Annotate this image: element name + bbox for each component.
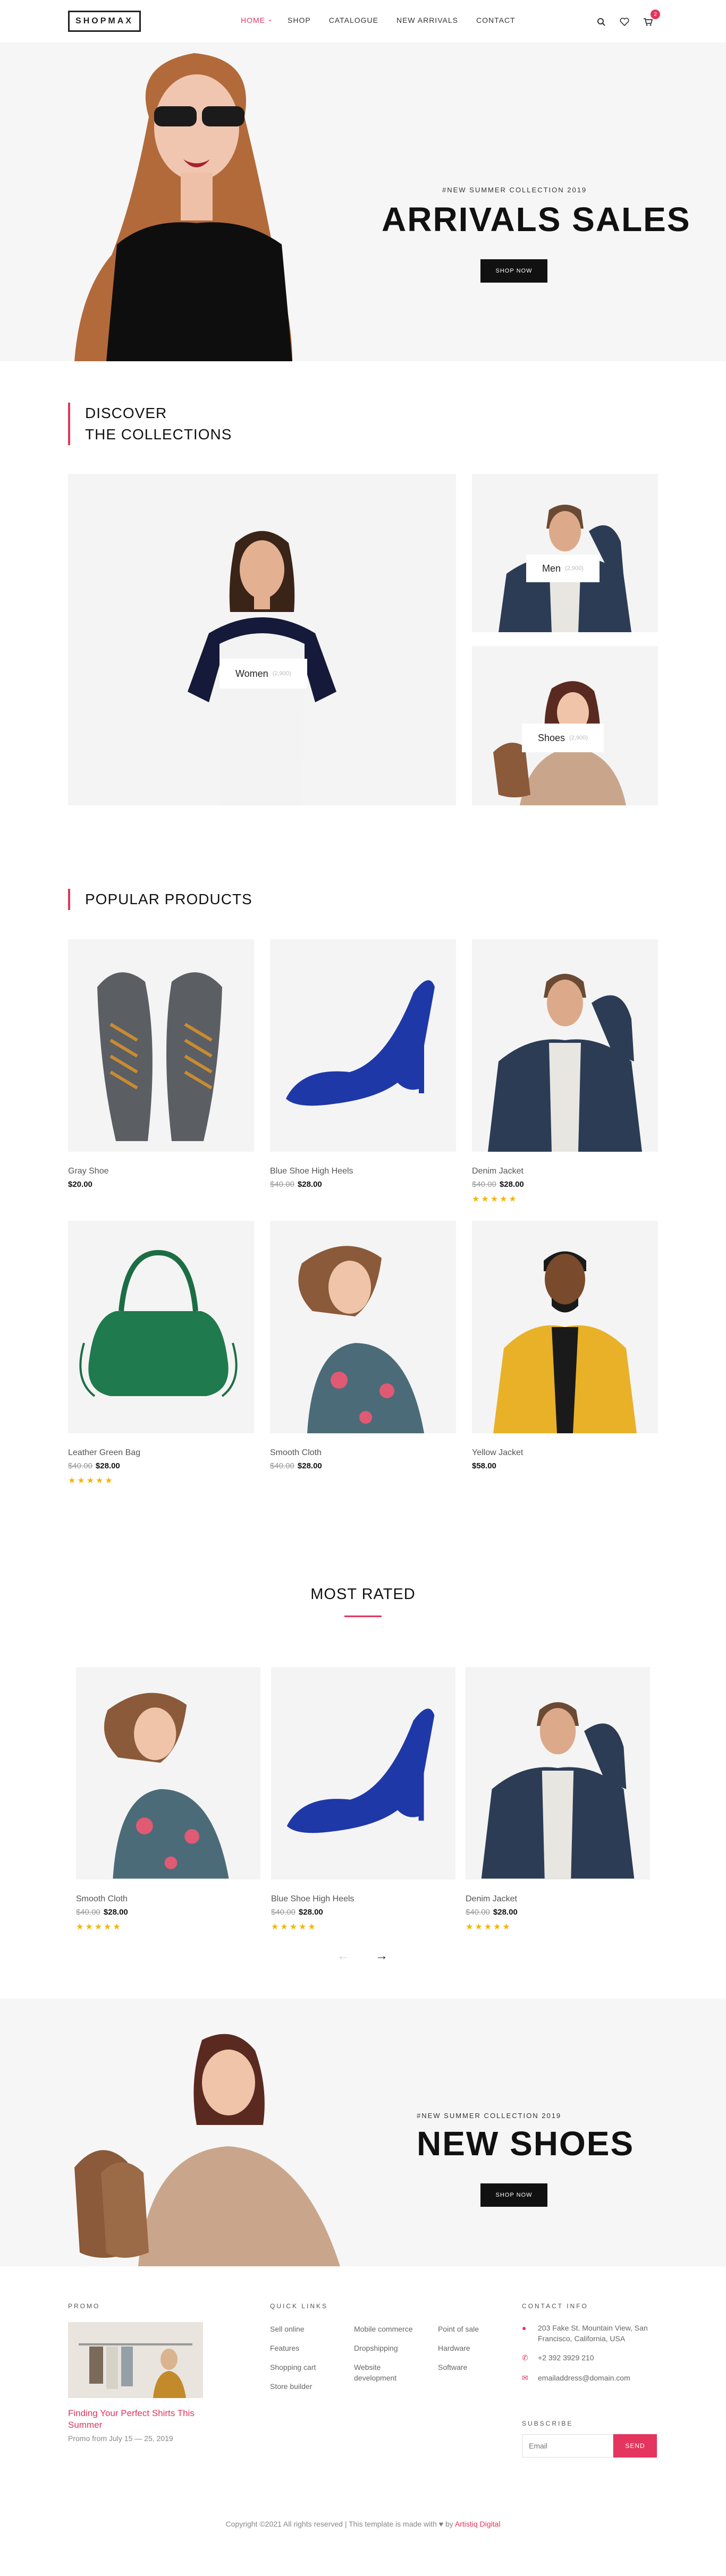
- header-icons: 2: [595, 10, 660, 28]
- product-image-smooth-cloth[interactable]: [270, 1221, 456, 1433]
- collection-men-card[interactable]: Men (2,900): [472, 474, 658, 632]
- promo-image: [68, 2322, 203, 2398]
- rating-stars: ★★★★★: [68, 1476, 114, 1485]
- carousel-prev-arrow-icon[interactable]: ←: [337, 1949, 350, 1963]
- product-price: $40.00 $28.00: [466, 1908, 518, 1917]
- footer-subscribe-title: SUBSCRIBE: [522, 2420, 573, 2427]
- collection-shoes-card[interactable]: Shoes (2,900): [472, 646, 658, 805]
- contact-email[interactable]: emailaddress@domain.com: [538, 2373, 630, 2383]
- product-name[interactable]: Blue Shoe High Heels: [271, 1894, 354, 1904]
- footer-link[interactable]: Features: [270, 2343, 299, 2353]
- cart-icon[interactable]: 2: [642, 10, 660, 28]
- collection-tag-women[interactable]: Women (2,900): [220, 659, 307, 688]
- footer-contact-title: CONTACT INFO: [522, 2302, 588, 2310]
- banner-title: NEW SHOES: [417, 2124, 635, 2163]
- product-price: $40.00 $28.00: [472, 1180, 524, 1189]
- footer-link[interactable]: Software: [438, 2362, 467, 2373]
- product-name[interactable]: Leather Green Bag: [68, 1448, 140, 1458]
- footer-link[interactable]: Hardware: [438, 2343, 470, 2353]
- footer-link[interactable]: Store builder: [270, 2381, 312, 2392]
- author-link[interactable]: Artistiq Digital: [455, 2520, 501, 2528]
- product-image-green-bag[interactable]: [68, 1221, 254, 1433]
- search-icon[interactable]: [595, 16, 607, 28]
- banner-kicker: #NEW SUMMER COLLECTION 2019: [417, 2112, 562, 2120]
- product-price: $20.00: [68, 1180, 92, 1189]
- most-rated-title: MOST RATED: [310, 1586, 416, 1603]
- product-name[interactable]: Blue Shoe High Heels: [270, 1167, 353, 1176]
- main-nav: HOME ⌄ SHOP CATALOGUE NEW ARRIVALS CONTA…: [241, 15, 534, 24]
- footer-quick-links-title: QUICK LINKS: [270, 2302, 328, 2310]
- rating-stars: ★★★★★: [466, 1923, 512, 1932]
- footer-copyright: Copyright ©2021 All rights reserved | Th…: [225, 2520, 501, 2528]
- product-name[interactable]: Smooth Cloth: [270, 1448, 322, 1458]
- collection-women-card[interactable]: Women (2,900): [68, 474, 456, 805]
- product-name[interactable]: Gray Shoe: [68, 1167, 108, 1176]
- nav-contact[interactable]: CONTACT: [476, 16, 516, 24]
- heart-icon[interactable]: [619, 16, 630, 28]
- product-price: $40.00 $28.00: [76, 1908, 128, 1917]
- subscribe-email-input[interactable]: [522, 2434, 613, 2458]
- collections-title: DISCOVER THE COLLECTIONS: [68, 403, 232, 445]
- chevron-down-icon: ⌄: [267, 15, 273, 23]
- mail-icon: ✉: [522, 2374, 528, 2382]
- footer-link[interactable]: Website development: [354, 2362, 412, 2383]
- nav-new-arrivals[interactable]: NEW ARRIVALS: [396, 16, 458, 24]
- product-image-blue-heels[interactable]: [271, 1667, 455, 1880]
- rating-stars: ★★★★★: [76, 1923, 122, 1932]
- location-icon: ●: [522, 2324, 527, 2332]
- logo[interactable]: SHOPMAX: [68, 11, 141, 32]
- cart-count-badge: 2: [651, 10, 660, 19]
- product-image-yellow-jacket[interactable]: [472, 1221, 658, 1433]
- carousel-next-arrow-icon[interactable]: →: [375, 1949, 388, 1963]
- product-image-blue-heels[interactable]: [270, 939, 456, 1152]
- banner-shop-now-button[interactable]: SHOP NOW: [480, 2183, 547, 2207]
- footer-promo-title: PROMO: [68, 2302, 100, 2310]
- collection-tag-shoes[interactable]: Shoes (2,900): [522, 724, 604, 752]
- product-price: $58.00: [472, 1461, 496, 1470]
- footer-link[interactable]: Sell online: [270, 2324, 305, 2334]
- promo-date: Promo from July 15 — 25, 2019: [68, 2434, 173, 2443]
- hero-shop-now-button[interactable]: SHOP NOW: [480, 259, 547, 283]
- hero-model-image: [74, 53, 292, 361]
- rating-stars: ★★★★★: [472, 1195, 518, 1204]
- product-price: $40.00 $28.00: [68, 1461, 120, 1470]
- hero-kicker: #NEW SUMMER COLLECTION 2019: [442, 186, 587, 194]
- rating-stars: ★★★★★: [271, 1923, 317, 1932]
- footer-link[interactable]: Mobile commerce: [354, 2324, 412, 2334]
- product-price: $40.00 $28.00: [270, 1461, 322, 1470]
- heart-icon: ♥: [438, 2520, 444, 2528]
- contact-phone[interactable]: +2 392 3929 210: [538, 2352, 594, 2363]
- title-accent-bar: [68, 403, 70, 445]
- nav-shop[interactable]: SHOP: [288, 16, 311, 24]
- phone-icon: ✆: [522, 2353, 528, 2362]
- product-image-smooth-cloth[interactable]: [76, 1667, 260, 1880]
- nav-home[interactable]: HOME: [241, 16, 265, 24]
- promo-link[interactable]: Finding Your Perfect Shirts This Summer: [68, 2408, 206, 2431]
- footer-link[interactable]: Shopping cart: [270, 2362, 316, 2373]
- product-image-gray-shoe[interactable]: [68, 939, 254, 1152]
- footer-link[interactable]: Dropshipping: [354, 2343, 398, 2353]
- product-name[interactable]: Denim Jacket: [466, 1894, 517, 1904]
- product-name[interactable]: Denim Jacket: [472, 1167, 524, 1176]
- nav-catalogue[interactable]: CATALOGUE: [329, 16, 378, 24]
- footer-link[interactable]: Point of sale: [438, 2324, 479, 2334]
- hero-banner: #NEW SUMMER COLLECTION 2019 ARRIVALS SAL…: [0, 42, 726, 361]
- site-header: SHOPMAX HOME ⌄ SHOP CATALOGUE NEW ARRIVA…: [0, 0, 726, 42]
- popular-products-title: POPULAR PRODUCTS: [68, 889, 252, 910]
- collection-tag-men[interactable]: Men (2,900): [526, 555, 600, 582]
- product-image-denim-jacket[interactable]: [466, 1667, 650, 1880]
- product-image-denim-jacket[interactable]: [472, 939, 658, 1152]
- product-name[interactable]: Yellow Jacket: [472, 1448, 523, 1458]
- new-shoes-model-image: [74, 2034, 340, 2266]
- title-accent-bar: [68, 889, 70, 910]
- product-price: $40.00 $28.00: [270, 1180, 322, 1189]
- product-name[interactable]: Smooth Cloth: [76, 1894, 128, 1904]
- new-shoes-banner: #NEW SUMMER COLLECTION 2019 NEW SHOES SH…: [0, 1999, 726, 2266]
- title-underline: [344, 1616, 382, 1617]
- hero-title: ARRIVALS SALES: [382, 200, 691, 239]
- product-price: $40.00 $28.00: [271, 1908, 323, 1917]
- subscribe-send-button[interactable]: SEND: [613, 2434, 657, 2458]
- contact-address: 203 Fake St. Mountain View, San Francisc…: [538, 2324, 648, 2343]
